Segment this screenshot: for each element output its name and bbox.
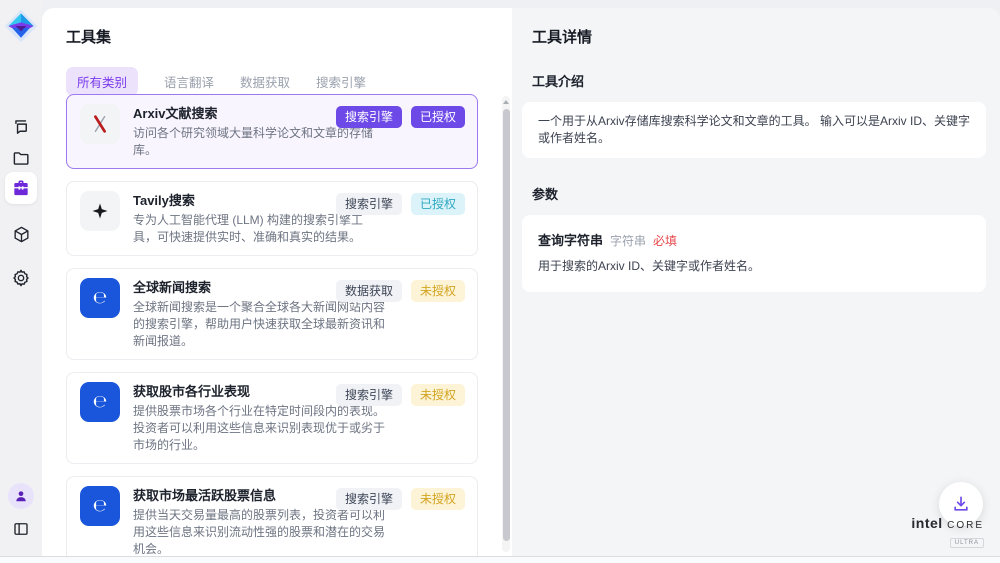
param-required-flag: 必填 xyxy=(653,232,677,249)
stock-sector-icon: ℮ xyxy=(80,382,120,422)
tool-card-sector-performance[interactable]: ℮ 获取股市各行业表现 提供股票市场各个行业在特定时间段内的表现。投资者可以利用… xyxy=(66,372,478,464)
tool-detail-panel: 工具详情 工具介绍 一个用于从Arxiv存储库搜索科学论文和文章的工具。 输入可… xyxy=(512,8,1000,556)
tool-description: 提供股票市场各个行业在特定时间段内的表现。投资者可以利用这些信息来识别表现优于或… xyxy=(133,403,385,454)
category-badge: 数据获取 xyxy=(336,280,402,302)
tab-all-categories[interactable]: 所有类别 xyxy=(66,67,138,96)
toolbox-icon-active[interactable] xyxy=(5,172,37,204)
param-name: 查询字符串 xyxy=(538,230,603,249)
arxiv-logo-icon xyxy=(80,104,120,144)
category-badge: 搜索引擎 xyxy=(336,193,402,215)
ultra-badge: ULTRA xyxy=(950,538,984,548)
tool-description: 提供当天交易量最高的股票列表，投资者可以利用这些信息来识别流动性强的股票和潜在的… xyxy=(133,507,385,556)
tab-search-engine[interactable]: 搜索引擎 xyxy=(316,67,366,96)
tool-card-active-stocks[interactable]: ℮ 获取市场最活跃股票信息 提供当天交易量最高的股票列表，投资者可以利用这些信息… xyxy=(66,476,478,556)
settings-gear-icon[interactable] xyxy=(7,264,35,292)
tool-description: 专为人工智能代理 (LLM) 构建的搜索引擎工具，可快速提供实时、准确和真实的结… xyxy=(133,212,385,246)
intel-wordmark: intel xyxy=(911,515,942,531)
category-badge: 搜索引擎 xyxy=(336,488,402,510)
param-type: 字符串 xyxy=(610,232,646,249)
auth-status-badge: 未授权 xyxy=(411,384,465,406)
detail-title: 工具详情 xyxy=(532,26,986,47)
param-description: 用于搜索的Arxiv ID、关键字或作者姓名。 xyxy=(538,258,970,275)
intro-heading: 工具介绍 xyxy=(532,71,986,90)
tavily-star-icon xyxy=(80,191,120,231)
tool-description: 全球新闻搜索是一个聚合全球各大新闻网站内容的搜索引擎，帮助用户快速获取全球最新资… xyxy=(133,299,385,350)
parameter-card: 查询字符串 字符串 必填 用于搜索的Arxiv ID、关键字或作者姓名。 xyxy=(522,215,986,292)
tool-card-list: Arxiv文献搜索 访问各个研究领域大量科学论文和文章的存储库。 搜索引擎 已授… xyxy=(66,94,478,556)
auth-status-badge: 已授权 xyxy=(411,193,465,215)
main-window: 工具集 所有类别 语言翻译 数据获取 搜索引擎 A xyxy=(42,8,1000,556)
category-badge: 搜索引擎 xyxy=(336,106,402,128)
user-avatar[interactable] xyxy=(8,483,34,509)
window-bottom-edge xyxy=(0,556,1000,563)
list-scrollbar[interactable] xyxy=(502,96,510,552)
app-logo-icon xyxy=(3,8,39,44)
params-heading: 参数 xyxy=(532,184,986,203)
chat-icon[interactable] xyxy=(7,112,35,140)
panel-toggle-icon[interactable] xyxy=(7,515,35,543)
active-stocks-icon: ℮ xyxy=(80,486,120,526)
tab-language-translation[interactable]: 语言翻译 xyxy=(164,67,214,96)
category-tabs: 所有类别 语言翻译 数据获取 搜索引擎 xyxy=(66,67,512,96)
auth-status-badge: 未授权 xyxy=(411,280,465,302)
scrollbar-thumb[interactable] xyxy=(503,109,510,541)
scrollbar-up-arrow[interactable] xyxy=(502,98,510,106)
folder-icon[interactable] xyxy=(7,144,35,172)
auth-status-badge: 未授权 xyxy=(411,488,465,510)
page-title: 工具集 xyxy=(66,26,512,47)
cube-icon[interactable] xyxy=(7,220,35,248)
category-badge: 搜索引擎 xyxy=(336,384,402,406)
core-wordmark: core xyxy=(947,515,984,531)
tool-card-global-news[interactable]: ℮ 全球新闻搜索 全球新闻搜索是一个聚合全球各大新闻网站内容的搜索引擎，帮助用户… xyxy=(66,268,478,360)
tool-card-tavily[interactable]: Tavily搜索 专为人工智能代理 (LLM) 构建的搜索引擎工具，可快速提供实… xyxy=(66,181,478,256)
intro-text: 一个用于从Arxiv存储库搜索科学论文和文章的工具。 输入可以是Arxiv ID… xyxy=(538,114,970,145)
news-search-icon: ℮ xyxy=(80,278,120,318)
intro-card: 一个用于从Arxiv存储库搜索科学论文和文章的工具。 输入可以是Arxiv ID… xyxy=(522,102,986,158)
auth-status-badge: 已授权 xyxy=(411,106,465,128)
icon-sidebar xyxy=(0,0,42,556)
tool-card-arxiv[interactable]: Arxiv文献搜索 访问各个研究领域大量科学论文和文章的存储库。 搜索引擎 已授… xyxy=(66,94,478,169)
app-window: 工具集 所有类别 语言翻译 数据获取 搜索引擎 A xyxy=(0,0,1000,563)
intel-core-logo: intel core ULTRA xyxy=(911,515,984,549)
tab-data-fetch[interactable]: 数据获取 xyxy=(240,67,290,96)
tool-list-panel: 工具集 所有类别 语言翻译 数据获取 搜索引擎 A xyxy=(42,8,512,556)
tool-description: 访问各个研究领域大量科学论文和文章的存储库。 xyxy=(133,125,385,159)
